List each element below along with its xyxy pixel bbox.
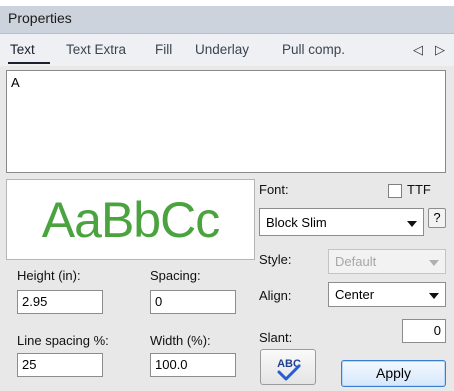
chevron-down-icon (407, 221, 417, 227)
height-field[interactable]: 2.95 (17, 290, 103, 314)
spacing-label: Spacing: (150, 268, 201, 283)
width-field[interactable]: 100.0 (150, 353, 236, 377)
chevron-down-icon (429, 293, 439, 299)
style-label: Style: (259, 252, 292, 267)
width-label: Width (%): (150, 333, 211, 348)
font-help-button[interactable]: ? (428, 208, 446, 228)
tab-strip: Text Text Extra Fill Underlay Pull comp.… (0, 34, 454, 66)
style-select[interactable]: Default (328, 249, 446, 274)
slant-field[interactable]: 0 (402, 319, 446, 343)
ttf-label: TTF (407, 182, 431, 197)
line-spacing-label: Line spacing %: (17, 333, 109, 348)
line-spacing-field[interactable]: 25 (17, 353, 103, 377)
spacing-field[interactable]: 0 (150, 290, 236, 314)
tab-scroll-left-icon[interactable]: ◁ (413, 42, 423, 58)
active-tab-indicator (8, 62, 50, 64)
panel-title: Properties (8, 10, 72, 26)
ttf-checkbox[interactable] (388, 184, 402, 198)
chevron-down-icon (429, 260, 439, 266)
height-label: Height (in): (17, 268, 81, 283)
font-preview-sample: AaBbCc (41, 191, 220, 248)
font-preview: AaBbCc (6, 179, 255, 260)
panel-title-bar: Properties (0, 6, 454, 34)
align-label: Align: (259, 288, 292, 303)
spell-check-icon: ABC (277, 358, 301, 381)
slant-label: Slant: (259, 330, 293, 345)
tab-fill[interactable]: Fill (155, 42, 172, 62)
tab-scroll-right-icon[interactable]: ▷ (435, 42, 445, 58)
tab-underlay[interactable]: Underlay (195, 42, 249, 62)
apply-button[interactable]: Apply (341, 360, 446, 387)
align-select[interactable]: Center (328, 282, 446, 307)
font-select[interactable]: Block Slim (259, 208, 424, 236)
tab-pull-comp[interactable]: Pull comp. (282, 42, 345, 62)
style-select-value: Default (335, 254, 377, 269)
abc-check-button[interactable]: ABC (260, 349, 316, 385)
text-input[interactable]: A (6, 70, 446, 173)
tab-text[interactable]: Text (10, 42, 35, 62)
font-select-value: Block Slim (266, 215, 327, 230)
tab-text-extra[interactable]: Text Extra (66, 42, 126, 62)
font-label: Font: (259, 182, 289, 197)
align-select-value: Center (335, 287, 375, 302)
